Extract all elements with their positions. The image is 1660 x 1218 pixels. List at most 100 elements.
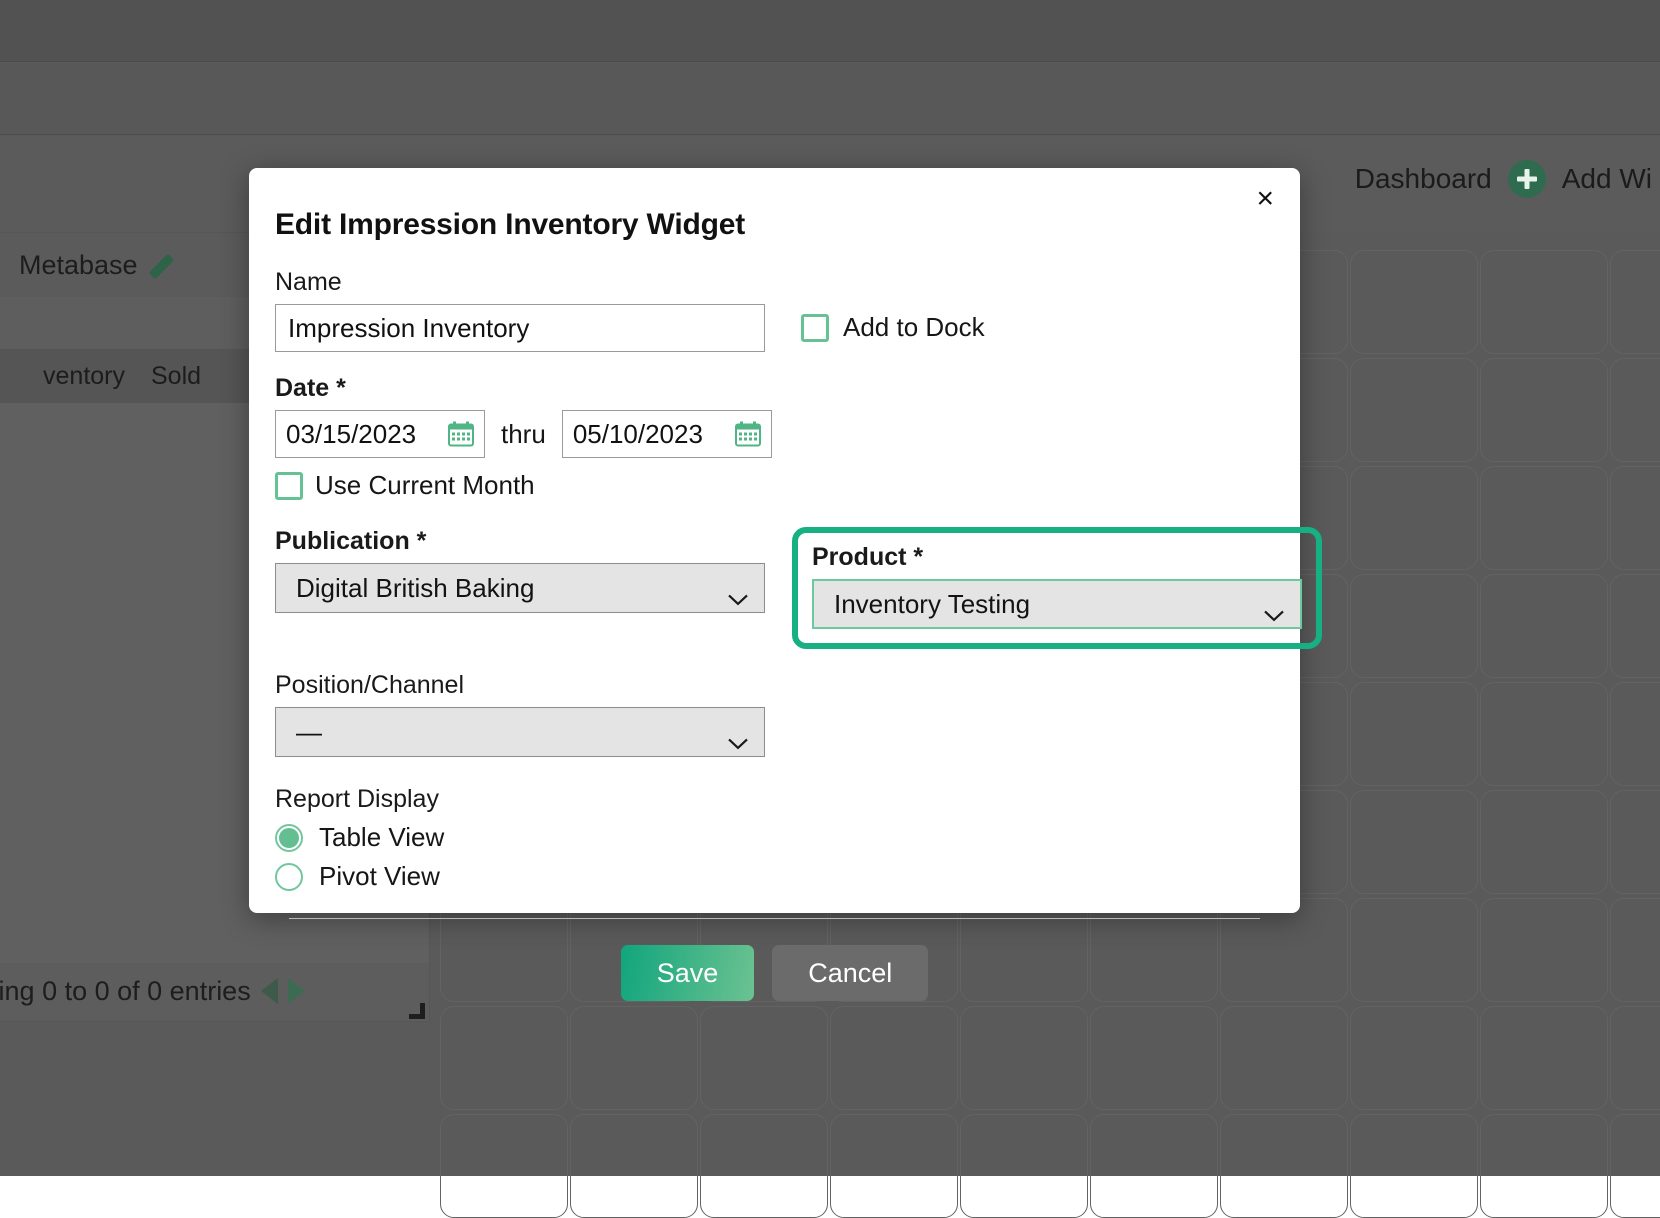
table-view-radio[interactable] (275, 824, 303, 852)
position-channel-select[interactable]: — (275, 707, 765, 757)
chevron-down-icon-product (1264, 597, 1284, 608)
grid-placeholder-cell (1610, 898, 1660, 1002)
plus-circle-icon[interactable] (1508, 160, 1546, 198)
grid-placeholder-cell (1610, 1114, 1660, 1218)
position-channel-field-group: Position/Channel — (275, 671, 1274, 757)
entries-count-text: Showing 0 to 0 of 0 entries (0, 976, 251, 1007)
grid-placeholder-cell (1610, 250, 1660, 354)
start-date-input[interactable] (276, 419, 436, 450)
table-header-inventory: ventory (0, 362, 151, 391)
name-field-group: Name Add to Dock (275, 268, 1274, 352)
dashboard-link[interactable]: Dashboard (1355, 163, 1492, 195)
grid-placeholder-cell (1610, 790, 1660, 894)
grid-placeholder-cell (1480, 466, 1608, 570)
grid-placeholder-cell (1480, 898, 1608, 1002)
use-current-month-checkbox[interactable] (275, 472, 303, 500)
date-separator: thru (501, 419, 546, 450)
grid-placeholder-cell (1480, 790, 1608, 894)
add-to-dock-label: Add to Dock (843, 312, 985, 343)
add-to-dock-checkbox[interactable] (801, 314, 829, 342)
publication-product-row: Publication * Digital British Baking Pro… (275, 527, 1274, 649)
product-label: Product * (812, 543, 1302, 572)
table-view-label: Table View (319, 822, 444, 853)
product-highlight-outline: Product * Inventory Testing (792, 527, 1322, 649)
name-label: Name (275, 268, 1274, 297)
cancel-button[interactable]: Cancel (772, 945, 928, 1001)
grid-placeholder-cell (570, 1006, 698, 1110)
grid-placeholder-cell (1610, 358, 1660, 462)
grid-placeholder-cell (440, 1114, 568, 1218)
grid-placeholder-cell (1090, 1114, 1218, 1218)
grid-placeholder-cell (570, 1114, 698, 1218)
grid-placeholder-cell (1350, 1114, 1478, 1218)
grid-placeholder-cell (1610, 1006, 1660, 1110)
product-field-group: Product * Inventory Testing (788, 527, 1322, 649)
toolbar-actions: Dashboard Add Wi (1355, 160, 1660, 198)
grid-placeholder-cell (830, 1006, 958, 1110)
publication-field-group: Publication * Digital British Baking (275, 527, 765, 649)
dialog-footer: Save Cancel (275, 919, 1274, 1001)
close-icon[interactable]: × (1248, 180, 1282, 218)
grid-placeholder-cell (960, 1114, 1088, 1218)
grid-placeholder-cell (1480, 1114, 1608, 1218)
grid-placeholder-cell (830, 1114, 958, 1218)
dialog-body: Edit Impression Inventory Widget Name Ad… (249, 168, 1300, 1001)
name-input[interactable] (275, 304, 765, 352)
widget-title: Metabase (19, 250, 138, 281)
date-field-group: Date * (275, 374, 1274, 501)
end-date-field[interactable] (562, 410, 772, 458)
save-button[interactable]: Save (621, 945, 755, 1001)
dialog-title: Edit Impression Inventory Widget (275, 208, 1274, 242)
pivot-view-label: Pivot View (319, 861, 440, 892)
report-display-label: Report Display (275, 785, 1274, 814)
pivot-view-radio[interactable] (275, 863, 303, 891)
publication-select[interactable]: Digital British Baking (275, 563, 765, 613)
grid-placeholder-cell (1610, 574, 1660, 678)
grid-placeholder-cell (1220, 1114, 1348, 1218)
add-widget-button[interactable]: Add Wi (1562, 163, 1652, 195)
chevron-down-icon (728, 581, 748, 592)
use-current-month-label: Use Current Month (315, 470, 535, 501)
position-channel-selected-value: — (296, 717, 322, 748)
grid-placeholder-cell (440, 1006, 568, 1110)
grid-placeholder-cell (1350, 358, 1478, 462)
report-display-group: Report Display Table View Pivot View (275, 785, 1274, 892)
date-label: Date * (275, 374, 1274, 403)
end-date-input[interactable] (563, 419, 723, 450)
calendar-icon-end[interactable] (735, 422, 761, 447)
grid-placeholder-cell (1090, 1006, 1218, 1110)
resize-handle-icon[interactable] (407, 1001, 425, 1019)
grid-placeholder-cell (1350, 682, 1478, 786)
grid-placeholder-cell (1610, 466, 1660, 570)
edit-widget-dialog: × Edit Impression Inventory Widget Name … (249, 168, 1300, 913)
grid-placeholder-cell (1350, 1006, 1478, 1110)
use-current-month-group[interactable]: Use Current Month (275, 470, 1274, 501)
publication-selected-value: Digital British Baking (296, 573, 534, 604)
secondary-navbar (0, 63, 1660, 135)
pencil-icon-secondary[interactable] (154, 250, 184, 280)
grid-placeholder-cell (1350, 250, 1478, 354)
product-selected-value: Inventory Testing (834, 589, 1030, 620)
grid-placeholder-cell (1480, 250, 1608, 354)
grid-placeholder-cell (1350, 790, 1478, 894)
grid-placeholder-cell (1350, 574, 1478, 678)
grid-placeholder-cell (700, 1114, 828, 1218)
publication-label: Publication * (275, 527, 765, 556)
product-select[interactable]: Inventory Testing (812, 579, 1302, 629)
grid-placeholder-cell (700, 1006, 828, 1110)
grid-placeholder-cell (1610, 682, 1660, 786)
grid-placeholder-cell (1480, 358, 1608, 462)
grid-placeholder-cell (1350, 898, 1478, 1002)
position-channel-label: Position/Channel (275, 671, 1274, 700)
grid-placeholder-cell (1350, 466, 1478, 570)
grid-placeholder-cell (1480, 1006, 1608, 1110)
calendar-icon[interactable] (448, 422, 474, 447)
report-display-option-pivot[interactable]: Pivot View (275, 861, 1274, 892)
grid-placeholder-cell (960, 1006, 1088, 1110)
top-navbar (0, 0, 1660, 62)
add-to-dock-group[interactable]: Add to Dock (801, 312, 985, 343)
report-display-option-table[interactable]: Table View (275, 822, 1274, 853)
date-row: thru (275, 410, 1274, 458)
start-date-field[interactable] (275, 410, 485, 458)
chevron-down-icon-position (728, 725, 748, 736)
